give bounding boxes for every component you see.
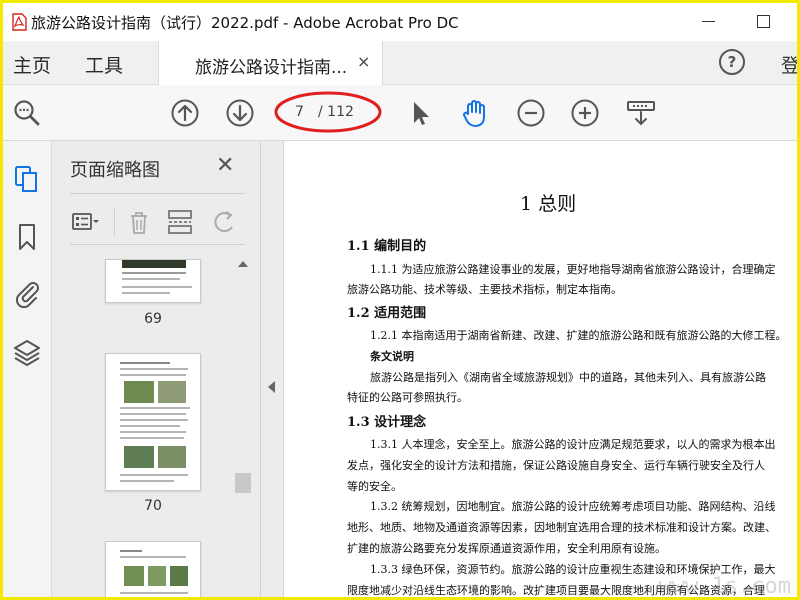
minimize-button[interactable] <box>696 9 722 33</box>
thumbnail-text-line <box>120 556 186 558</box>
panel-divider <box>70 193 245 194</box>
thumbnail-image <box>124 446 154 468</box>
layers-icon[interactable] <box>11 337 43 369</box>
page-up-icon[interactable] <box>169 97 201 129</box>
thumbnail-text-line <box>120 592 188 594</box>
scroll-up-arrow-icon[interactable] <box>238 261 248 267</box>
thumbnail-image <box>122 260 186 268</box>
acrobat-logo-icon <box>12 13 27 31</box>
tab-home[interactable]: 主页 <box>13 51 51 78</box>
navigation-rail <box>3 141 52 597</box>
thumbnail-label-69: 69 <box>144 311 162 327</box>
thumbnail-text-line <box>120 437 184 439</box>
thumbnail-page-69[interactable] <box>105 259 201 303</box>
thumbnail-text-line <box>122 272 186 274</box>
thumbnail-text-line <box>122 278 180 280</box>
section-heading: 1.3 设计理念 <box>347 415 427 430</box>
thumbnail-toolbar <box>70 199 245 245</box>
section-heading: 1.1 编制目的 <box>347 239 427 254</box>
scroll-mode-icon[interactable] <box>625 97 657 129</box>
body-text-line: 特征的公路可参照执行。 <box>347 391 468 404</box>
zoom-out-icon[interactable] <box>515 97 547 129</box>
scrollbar-thumb[interactable] <box>235 473 251 493</box>
tab-tools[interactable]: 工具 <box>85 51 123 78</box>
thumbnail-page-71[interactable] <box>105 541 201 597</box>
note-heading: 条文说明 <box>370 350 414 363</box>
thumbnail-text-line <box>120 431 186 433</box>
body-text-line: 扩建的旅游公路要充分发挥原通道资源作用，安全利用原有设施。 <box>347 542 666 555</box>
body-text-line: 1.3.2 统筹规划，因地制宜。旅游公路的设计应统筹考虑项目功能、路网结构、沿线 <box>370 500 776 513</box>
body-text-line: 地形、地质、地物及通道资源等因素，因地制宜选用合理的技术标准和设计方案。改建、 <box>347 521 776 534</box>
thumbnail-text-line <box>120 374 186 376</box>
section-heading: 1.2 适用范围 <box>347 306 427 321</box>
title-bar: 旅游公路设计指南（试行）2022.pdf - Adobe Acrobat Pro… <box>3 3 797 41</box>
close-tab-icon[interactable]: × <box>357 52 370 71</box>
body-text-line: 1.2.1 本指南适用于湖南省新建、改建、扩建的旅游公路和既有旅游公路的大修工程… <box>370 329 787 342</box>
thumbnail-scrollbar[interactable] <box>233 253 253 597</box>
watermark: www.1s.com <box>658 574 791 599</box>
acrobat-window: 旅游公路设计指南（试行）2022.pdf - Adobe Acrobat Pro… <box>0 0 800 600</box>
thumbnail-text-line <box>120 368 188 370</box>
thumbnail-text-line <box>120 419 188 421</box>
panel-title: 页面缩略图 <box>70 160 160 181</box>
highlight-ellipse <box>274 91 382 133</box>
thumbnail-label-70: 70 <box>144 498 162 514</box>
insert-page-icon[interactable] <box>165 207 195 237</box>
thumbnail-text-line <box>120 425 180 427</box>
collapse-arrow-icon[interactable] <box>268 381 275 393</box>
rotate-page-icon[interactable] <box>210 207 240 237</box>
maximize-button[interactable] <box>751 9 777 33</box>
page-down-icon[interactable] <box>224 97 256 129</box>
thumbnail-image <box>148 566 166 586</box>
document-tab-label: 旅游公路设计指南... <box>195 58 348 78</box>
body-text-line: 1.3.1 人本理念，安全至上。旅游公路的设计应满足规范要求，以人的需求为根本出 <box>370 438 776 451</box>
bookmarks-icon[interactable] <box>11 221 43 253</box>
help-icon[interactable]: ? <box>719 49 745 75</box>
thumbnail-page-70[interactable] <box>105 353 201 491</box>
thumbnail-text-line <box>120 550 142 552</box>
body-text-line: 发点，强化安全的设计方法和措施，保证公路设施自身安全、运行车辆行驶安全及行人 <box>347 459 765 472</box>
thumbnail-image <box>124 566 144 586</box>
attachments-icon[interactable] <box>11 277 43 309</box>
thumbnail-image <box>158 381 186 403</box>
body-text-line: 旅游公路是指列入《湖南省全域旅游规划》中的道路，其他未列入、具有旅游公路 <box>370 371 766 384</box>
zoom-search-icon[interactable] <box>11 97 43 129</box>
body-text-line: 1.1.1 为适应旅游公路建设事业的发展，更好地指导湖南省旅游公路设计，合理确定 <box>370 263 776 276</box>
thumbnail-text-line <box>120 413 186 415</box>
page-thumbnails-icon[interactable] <box>11 163 43 195</box>
tab-bar: 主页 工具 旅游公路设计指南... × ? 登 <box>3 41 797 85</box>
tab-document[interactable]: 旅游公路设计指南... × <box>158 41 383 85</box>
main-toolbar: 7 / 112 <box>3 85 797 141</box>
thumbnail-image <box>158 446 186 468</box>
thumbnail-text-line <box>120 407 190 409</box>
hand-tool-icon[interactable] <box>459 97 491 129</box>
chapter-heading: 1 总则 <box>520 193 577 215</box>
signin-button[interactable]: 登 <box>781 51 797 78</box>
panel-collapse-strip[interactable] <box>261 141 283 597</box>
page-number-field[interactable]: 7 / 112 <box>274 91 382 133</box>
delete-page-icon[interactable] <box>124 207 154 237</box>
thumbnail-image <box>124 381 154 403</box>
thumbnail-text-line <box>120 362 170 364</box>
document-view[interactable]: 1 总则 1.1 编制目的 1.1.1 为适应旅游公路建设事业的发展，更好地指导… <box>283 141 797 599</box>
body-text-line: 旅游公路功能、技术等级、主要技术指标，制定本指南。 <box>347 283 622 296</box>
select-cursor-icon[interactable] <box>403 97 435 129</box>
thumbnail-text-line <box>120 474 188 476</box>
close-panel-icon[interactable]: ✕ <box>216 153 234 178</box>
thumbnail-image <box>170 566 188 586</box>
options-menu-icon[interactable] <box>70 207 100 237</box>
zoom-in-icon[interactable] <box>569 97 601 129</box>
thumbnail-text-line <box>122 286 192 288</box>
thumbnail-text-line <box>120 480 174 482</box>
thumbnail-text-line <box>122 292 170 294</box>
body-text-line: 等的安全。 <box>347 480 402 493</box>
window-title: 旅游公路设计指南（试行）2022.pdf - Adobe Acrobat Pro… <box>31 14 459 32</box>
toolbar-separator <box>114 207 115 237</box>
